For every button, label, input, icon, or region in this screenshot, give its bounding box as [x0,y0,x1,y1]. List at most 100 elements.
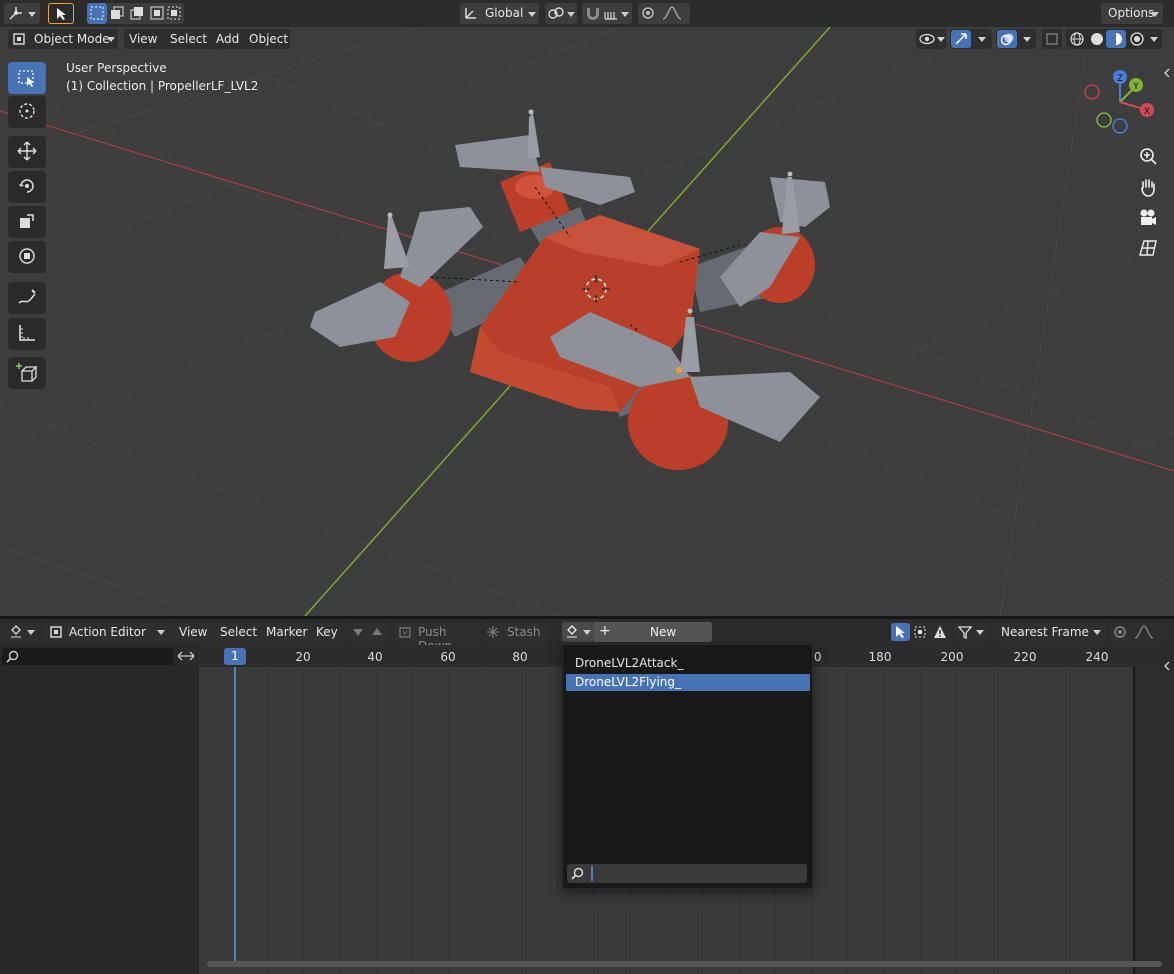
zoom-icon[interactable] [1138,146,1158,166]
move-tool[interactable] [8,136,46,168]
xray-toggle[interactable] [1042,29,1062,49]
scale-tool[interactable] [8,206,46,238]
xray-icon [1046,33,1058,45]
overlay-circles-icon [1000,33,1014,46]
select-mode-intersect-button[interactable] [164,3,184,24]
playhead-line[interactable] [234,667,236,962]
layer-arrows [348,622,388,642]
neg-y-handle[interactable] [1096,112,1112,128]
falloff-curve-icon [662,6,682,20]
view-menu[interactable]: View [129,32,157,46]
snap-mode-label: Nearest Frame [1001,625,1089,639]
overlays-toggle[interactable] [997,30,1017,48]
ae-proportional-controls[interactable] [1110,622,1162,642]
chevron-left-icon[interactable] [1162,68,1172,78]
neg-x-handle[interactable] [1084,84,1100,100]
wireframe-shading-icon[interactable] [1070,32,1084,46]
3d-viewport[interactable] [0,27,1174,616]
snap-mode-dropdown[interactable]: Nearest Frame [994,622,1106,642]
current-frame-indicator[interactable]: 1 [224,648,246,665]
stash-button[interactable]: Stash [483,622,547,642]
select-box-icon [90,6,104,20]
options-dropdown[interactable]: Options [1101,3,1163,24]
transform-tool[interactable] [8,241,46,273]
orientation-icon [465,8,476,19]
x-axis-label: X [1144,107,1150,117]
select-tool-button[interactable] [48,3,74,24]
ae-view-menu[interactable]: View [179,625,207,639]
chevron-down-icon [583,630,591,635]
object-mode-label: Object Mode [34,32,110,46]
only-selected-toggle[interactable] [891,623,910,641]
editor-type-dropdown[interactable] [6,622,38,642]
gizmo-dropdown[interactable] [950,29,992,49]
layer-up-icon[interactable] [372,628,382,635]
action-editor-mode-dropdown[interactable]: Action Editor [45,622,168,642]
annotate-tool[interactable] [8,282,46,314]
channel-search-input[interactable] [2,648,174,665]
action-editor-menu-bar: View Select Marker Key [174,622,346,642]
show-hidden-icon[interactable] [913,625,927,639]
visibility-dropdown[interactable] [916,29,946,49]
solid-shading-icon[interactable] [1090,32,1104,46]
proportional-editing-controls[interactable] [638,3,690,24]
search-icon [571,867,584,880]
pivot-point-dropdown[interactable] [545,3,577,24]
channel-region[interactable] [0,645,199,974]
measure-tool[interactable] [8,318,46,350]
chevron-down-icon [1093,630,1101,635]
navigation-gizmo[interactable]: Z Y X [1080,66,1160,138]
object-mode-icon [13,33,25,45]
active-object-label: (1) Collection | PropellerLF_LVL2 [66,79,259,93]
browse-action-button[interactable] [562,622,594,642]
viewport-scene [0,27,1174,616]
select-box-tool[interactable] [8,62,46,94]
select-mode-subtract-button[interactable] [127,3,147,24]
action-browse-icon [567,625,577,638]
action-item-attack[interactable]: DroneLVL2Attack_ [566,655,810,672]
ortho-grid-icon[interactable] [1138,238,1158,258]
transform-orientation-dropdown[interactable]: Global [460,3,539,24]
chevron-left-icon[interactable] [1162,661,1172,671]
add-menu[interactable]: Add [216,32,239,46]
z-axis-label: Z [1117,74,1123,84]
push-down-icon [399,627,411,638]
drone-model[interactable] [310,109,830,471]
editor-type-button[interactable] [4,3,40,24]
camera-view-icon[interactable] [1138,207,1158,227]
select-mode-extend-button[interactable] [107,3,127,24]
new-action-button[interactable]: + New [594,622,712,642]
add-cube-tool[interactable] [8,357,46,389]
ae-key-menu[interactable]: Key [316,625,338,639]
snapping-controls[interactable] [582,3,632,24]
filters-dropdown[interactable] [955,622,987,642]
object-mode-dropdown[interactable]: Object Mode [8,29,118,49]
gizmo-toggle[interactable] [951,30,971,48]
push-down-button[interactable]: Push Down [394,622,482,653]
action-search-input[interactable] [567,864,807,883]
rotate-tool[interactable] [8,171,46,203]
ae-marker-menu[interactable]: Marker [266,625,307,639]
neg-z-handle[interactable] [1112,118,1128,134]
selection-toggles [890,622,952,642]
select-mode-set-button[interactable] [87,3,107,24]
select-extend-icon [111,6,124,19]
layer-down-icon[interactable] [353,629,363,636]
swap-arrows-icon[interactable] [176,649,196,663]
ae-select-menu[interactable]: Select [220,625,257,639]
select-menu[interactable]: Select [170,32,207,46]
chevron-down-icon [107,37,115,42]
scale-icon [20,214,34,228]
cursor-tool[interactable] [8,96,46,128]
object-menu[interactable]: Object [249,32,288,46]
warning-icon[interactable] [933,625,947,639]
action-item-flying[interactable]: DroneLVL2Flying_ [566,674,810,691]
rendered-shading-icon[interactable] [1130,32,1144,46]
pan-hand-icon[interactable] [1138,177,1158,197]
action-editor-mode-label: Action Editor [69,625,146,639]
overlays-dropdown[interactable] [996,29,1036,49]
horizontal-scrollbar[interactable] [207,961,1162,967]
text-caret [591,866,593,881]
frame-tick: 180 [868,650,892,664]
material-shading-button[interactable] [1106,30,1126,48]
